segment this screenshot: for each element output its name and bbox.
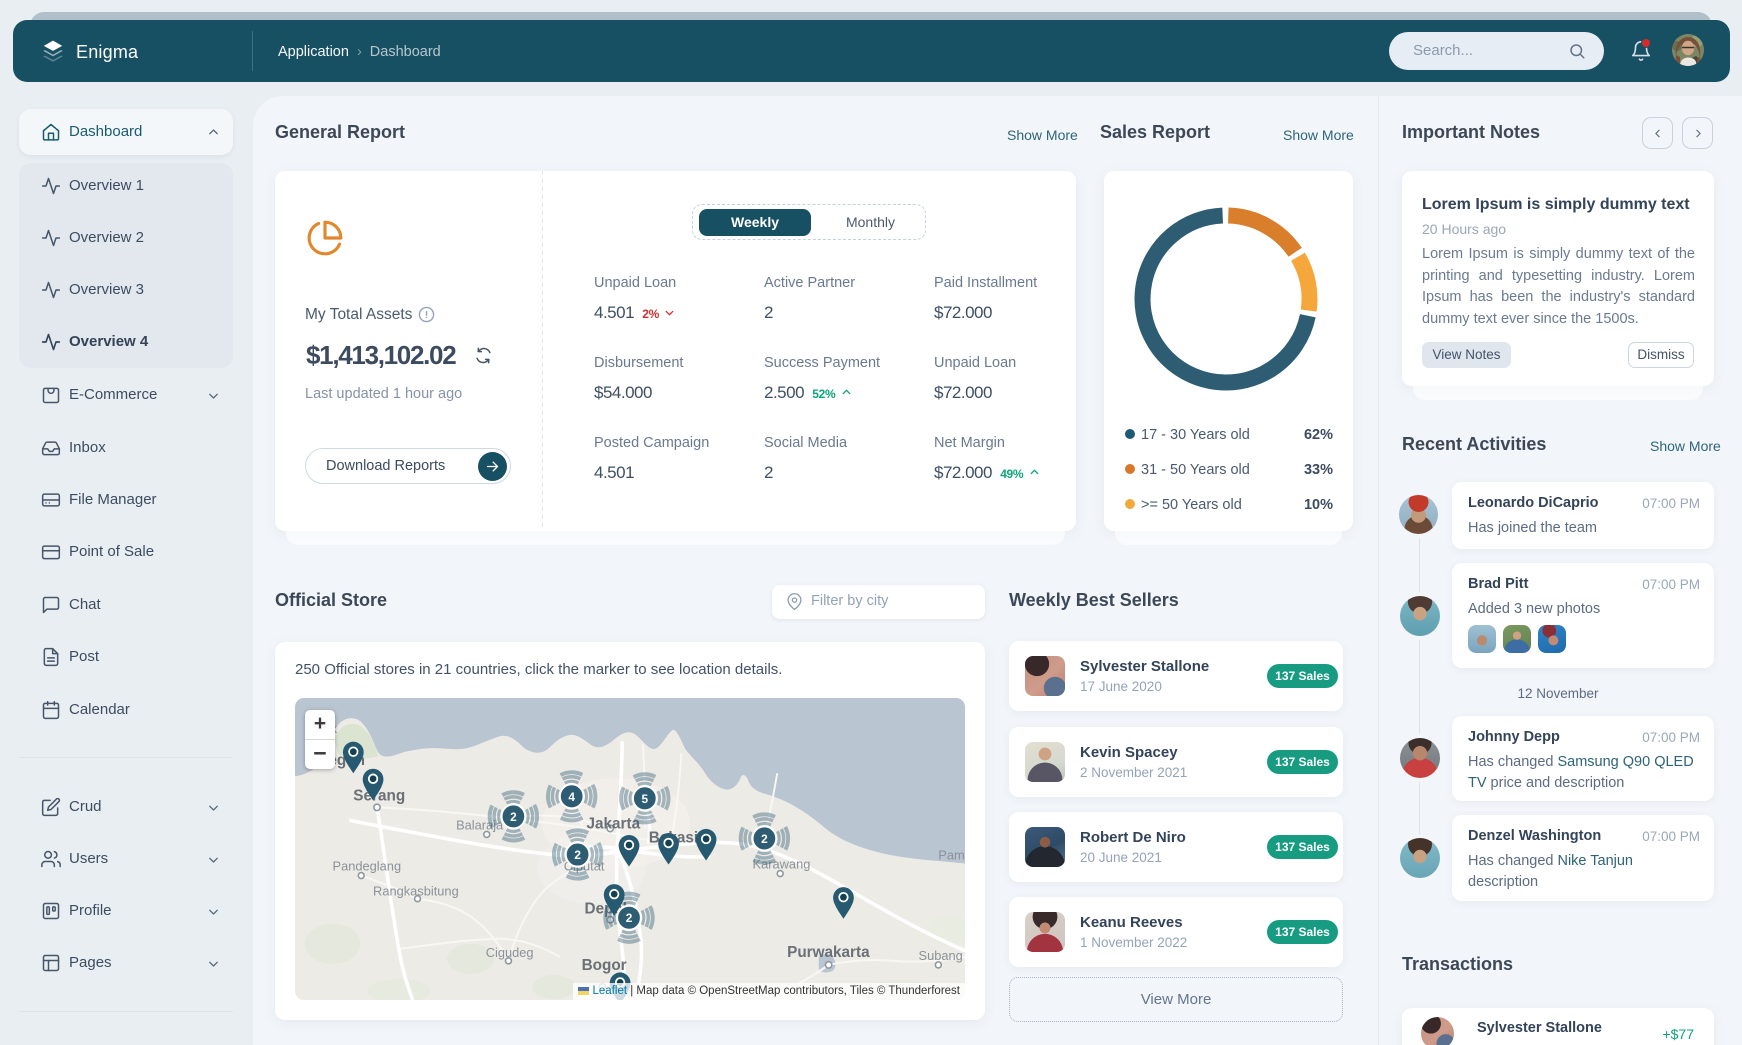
svg-text:2: 2 [574, 848, 581, 862]
svg-text:Bogor: Bogor [582, 957, 627, 974]
svg-text:2: 2 [510, 810, 517, 824]
svg-text:Pama: Pama [938, 847, 965, 862]
svg-text:Purwakarta: Purwakarta [787, 944, 870, 961]
svg-text:Jakarta: Jakarta [587, 815, 641, 832]
svg-text:Rangkasbitung: Rangkasbitung [373, 884, 459, 899]
svg-text:4: 4 [568, 790, 575, 804]
svg-text:Cigudeg: Cigudeg [486, 945, 534, 960]
svg-text:2: 2 [626, 911, 633, 925]
svg-text:Subang: Subang [919, 948, 963, 963]
svg-text:Pandeglang: Pandeglang [333, 858, 402, 873]
svg-text:5: 5 [642, 792, 649, 806]
svg-text:2: 2 [761, 832, 768, 846]
